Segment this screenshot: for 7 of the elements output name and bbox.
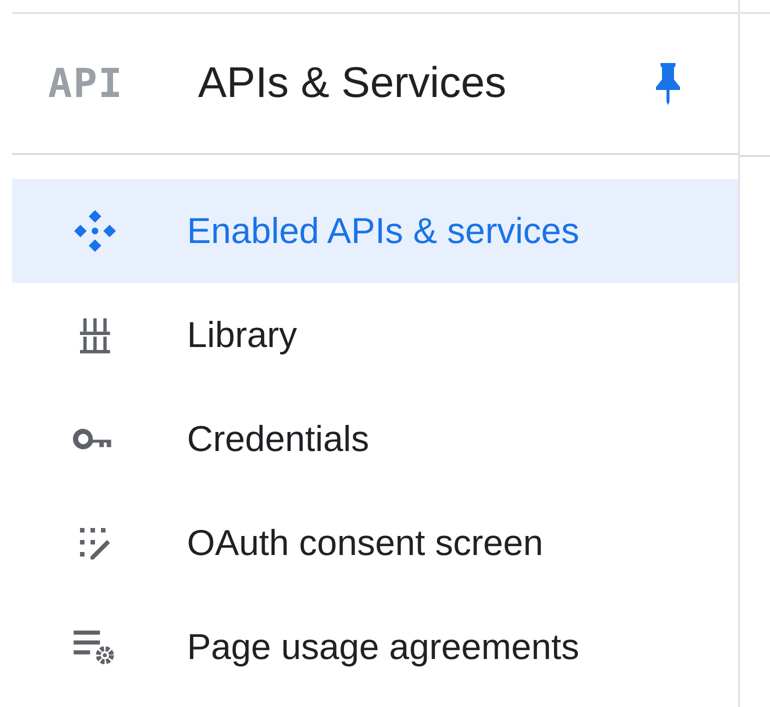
nav-item[interactable]: Credentials (12, 387, 738, 491)
nav-item[interactable]: Library (12, 283, 738, 387)
api-logo: API (48, 60, 124, 108)
nav-item[interactable]: OAuth consent screen (12, 491, 738, 595)
page-title: APIs & Services (198, 58, 506, 110)
nav-item[interactable]: Page usage agreements (12, 595, 738, 699)
nav-item[interactable]: Enabled APIs & services (12, 179, 738, 283)
